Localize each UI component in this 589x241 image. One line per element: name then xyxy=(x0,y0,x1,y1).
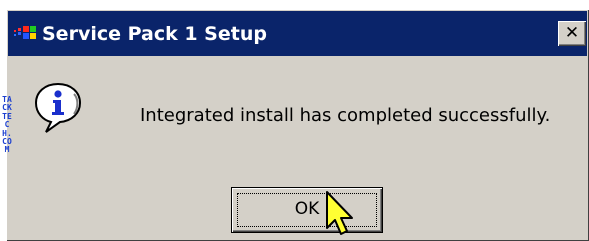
message-text: Integrated install has completed success… xyxy=(140,105,551,126)
mouse-pointer-icon xyxy=(325,190,355,238)
windows-flag-icon xyxy=(13,23,39,43)
ok-button-label: OK xyxy=(294,199,320,219)
screenshot-page: Service Pack 1 Setup ✕ Integrated instal… xyxy=(0,0,589,241)
setup-dialog: Service Pack 1 Setup ✕ Integrated instal… xyxy=(6,9,589,241)
ok-button[interactable]: OK xyxy=(231,187,383,233)
close-button[interactable]: ✕ xyxy=(558,21,586,46)
title-bar[interactable]: Service Pack 1 Setup ✕ xyxy=(8,11,587,56)
watermark: TACKTECH.COM xyxy=(2,95,12,155)
window-title: Service Pack 1 Setup xyxy=(42,23,267,45)
information-icon xyxy=(34,82,82,134)
